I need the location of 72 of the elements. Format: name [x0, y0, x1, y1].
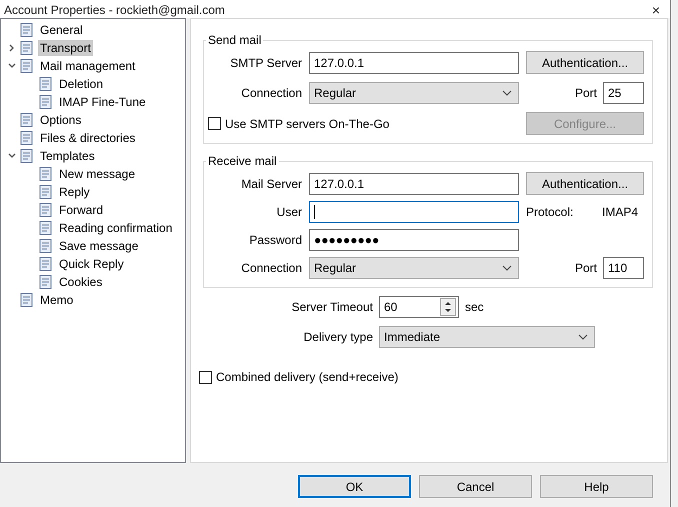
protocol-label: Protocol: — [526, 205, 574, 219]
tree-item[interactable]: New message — [57, 166, 138, 182]
field-label: Connection — [240, 86, 302, 100]
authentication-button[interactable]: Authentication... — [526, 51, 644, 74]
mail-server-field[interactable]: 127.0.0.1 — [309, 172, 519, 194]
tree-item[interactable]: Reply — [57, 184, 92, 200]
field-label: Mail Server — [240, 176, 302, 190]
tree-item-icon — [19, 22, 35, 38]
chevron-down-icon — [502, 265, 512, 271]
connection-dropdown[interactable]: Regular — [309, 257, 519, 279]
chevron-down-icon — [578, 334, 588, 340]
checkbox-label: Combined delivery (send+receive) — [216, 370, 398, 384]
group-title: Send mail — [207, 33, 262, 47]
dialog-button[interactable]: Cancel — [419, 475, 532, 498]
delivery-type-dropdown[interactable]: Immediate — [379, 326, 595, 348]
checkbox[interactable] — [199, 370, 212, 384]
checkbox[interactable] — [208, 117, 221, 130]
protocol-value: IMAP4 — [602, 205, 638, 219]
tree-item-icon — [38, 220, 54, 236]
tree-item[interactable]: Quick Reply — [57, 256, 126, 272]
user-field[interactable] — [309, 201, 519, 223]
close-button[interactable]: × — [652, 4, 660, 16]
tree-item[interactable]: Files & directories — [38, 130, 138, 146]
tree-item-icon — [19, 148, 35, 164]
tree-item[interactable]: General — [38, 22, 85, 38]
tree-item[interactable]: Save message — [57, 238, 140, 254]
tree-item-icon — [19, 40, 35, 56]
field-label: Password — [248, 233, 302, 247]
tree-item[interactable]: Options — [38, 112, 84, 128]
spin-arrows-icon[interactable] — [440, 298, 456, 316]
field-label: Port — [574, 261, 597, 275]
field-label: Connection — [240, 261, 302, 275]
connection-dropdown[interactable]: Regular — [309, 82, 519, 104]
tree-item-icon — [19, 58, 35, 74]
tree-item[interactable]: Deletion — [57, 76, 106, 92]
smtp-server-field[interactable]: 127.0.0.1 — [309, 52, 519, 74]
field-label: Delivery type — [302, 330, 373, 344]
tree-item[interactable]: Forward — [57, 202, 106, 218]
tree-item[interactable]: Mail management — [38, 58, 138, 74]
tree-item[interactable]: Templates — [38, 148, 97, 164]
field-label: Server Timeout — [290, 300, 373, 314]
tree-item-icon — [38, 76, 54, 92]
dialog-button[interactable]: Help — [540, 475, 653, 498]
port-field[interactable]: 25 — [603, 82, 644, 104]
window-title: Account Properties - rockieth@gmail.com — [4, 4, 225, 16]
tree-item[interactable]: Transport — [38, 40, 93, 56]
field-label: Port — [574, 86, 597, 100]
chevron-down-icon — [502, 90, 512, 96]
tree-item-icon — [19, 130, 35, 146]
tree-item-icon — [19, 292, 35, 308]
tree-item[interactable]: IMAP Fine-Tune — [57, 94, 148, 110]
port-field[interactable]: 110 — [603, 257, 644, 279]
unit-label: sec — [465, 300, 485, 314]
tree-item-icon — [38, 202, 54, 218]
tree-item-icon — [38, 274, 54, 290]
timeout-spinner[interactable]: 60 — [379, 296, 459, 318]
tree-item-icon — [38, 94, 54, 110]
checkbox-label: Use SMTP servers On-The-Go — [225, 116, 390, 130]
password-field[interactable]: ●●●●●●●●● — [309, 229, 519, 251]
tree-item-icon — [38, 184, 54, 200]
field-label: User — [276, 205, 302, 219]
dialog-button[interactable]: OK — [298, 475, 411, 498]
tree-item-icon — [38, 166, 54, 182]
field-label: SMTP Server — [229, 56, 302, 70]
tree-item[interactable]: Cookies — [57, 274, 104, 290]
tree-item[interactable]: Memo — [38, 292, 76, 308]
authentication-button[interactable]: Authentication... — [526, 172, 644, 195]
group-title: Receive mail — [207, 154, 278, 168]
tree-item[interactable]: Reading confirmation — [57, 220, 174, 236]
tree-item-icon — [38, 238, 54, 254]
tree-item-icon — [19, 112, 35, 128]
tree-item-icon — [38, 256, 54, 272]
